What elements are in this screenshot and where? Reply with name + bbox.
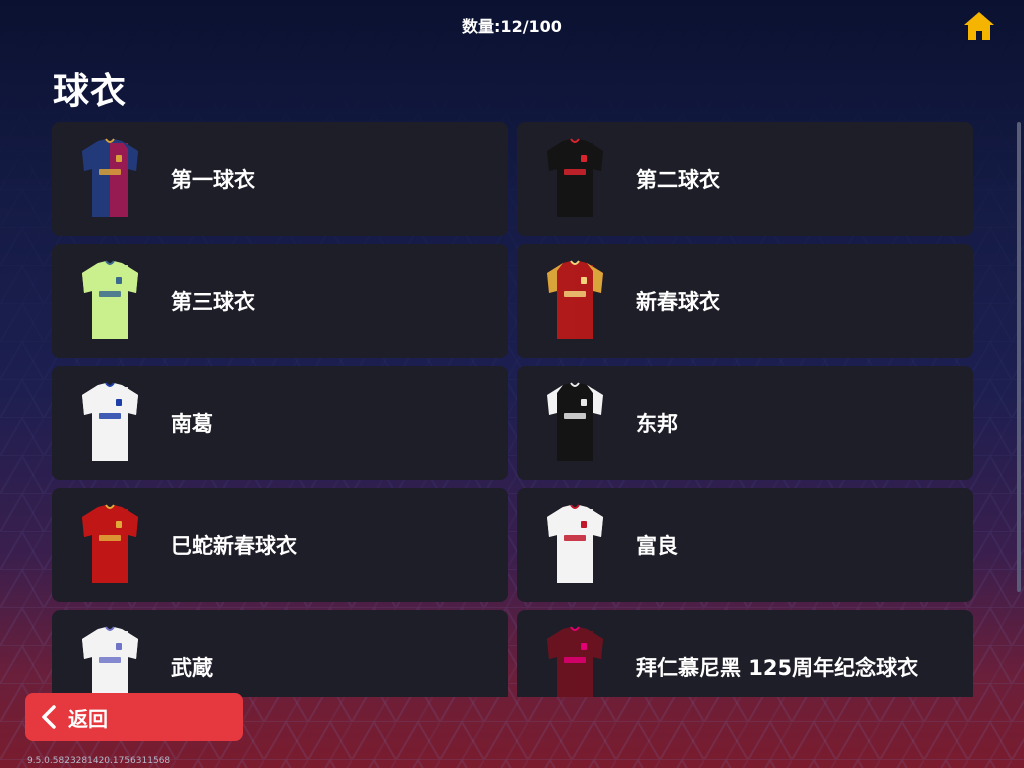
jersey-label: 巳蛇新春球衣 — [171, 534, 297, 558]
jersey-label: 第三球衣 — [171, 290, 255, 314]
jersey-icon — [82, 504, 138, 583]
jersey-grid: 第一球衣 第二球衣第三球衣 新春球衣南葛 东邦巳蛇新春球衣 富良武蔵 拜仁慕尼黑 125周… — [52, 122, 974, 697]
jersey-label: 第一球衣 — [171, 168, 255, 192]
jersey-card[interactable]: 第三球衣 — [52, 244, 508, 358]
jersey-label: 富良 — [636, 534, 678, 558]
jersey-card[interactable]: 东邦 — [517, 366, 973, 480]
page-title: 球衣 — [53, 71, 128, 112]
jersey-label: 东邦 — [636, 412, 678, 436]
jersey-label: 武蔵 — [171, 656, 213, 680]
jersey-card[interactable]: 武蔵 — [52, 610, 508, 697]
back-button[interactable]: 返回 — [25, 693, 243, 741]
jersey-card[interactable]: 拜仁慕尼黑 125周年纪念球衣 — [517, 610, 973, 697]
jersey-icon — [82, 138, 138, 217]
jersey-label: 南葛 — [171, 412, 213, 436]
home-icon — [964, 12, 994, 40]
jersey-icon — [82, 382, 138, 461]
home-button[interactable] — [960, 8, 998, 44]
jersey-label: 拜仁慕尼黑 125周年纪念球衣 — [636, 656, 919, 680]
jersey-card[interactable]: 第二球衣 — [517, 122, 973, 236]
jersey-card[interactable]: 富良 — [517, 488, 973, 602]
jersey-icon — [82, 626, 138, 697]
jersey-icon — [547, 260, 603, 339]
scrollbar[interactable] — [1017, 122, 1021, 592]
jersey-icon — [547, 382, 603, 461]
back-label: 返回 — [68, 706, 108, 731]
jersey-card[interactable]: 新春球衣 — [517, 244, 973, 358]
jersey-card[interactable]: 巳蛇新春球衣 — [52, 488, 508, 602]
jersey-icon — [547, 626, 603, 697]
jersey-label: 第二球衣 — [636, 168, 720, 192]
jersey-icon — [547, 138, 603, 217]
jersey-label: 新春球衣 — [636, 290, 720, 314]
jersey-card[interactable]: 第一球衣 — [52, 122, 508, 236]
jersey-card[interactable]: 南葛 — [52, 366, 508, 480]
jersey-icon — [547, 504, 603, 583]
collection-count: 数量:12/100 — [462, 17, 562, 36]
chevron-left-icon — [42, 705, 56, 729]
version-text: 9.5.0.5823281420.1756311568 — [27, 756, 171, 766]
jersey-icon — [82, 260, 138, 339]
